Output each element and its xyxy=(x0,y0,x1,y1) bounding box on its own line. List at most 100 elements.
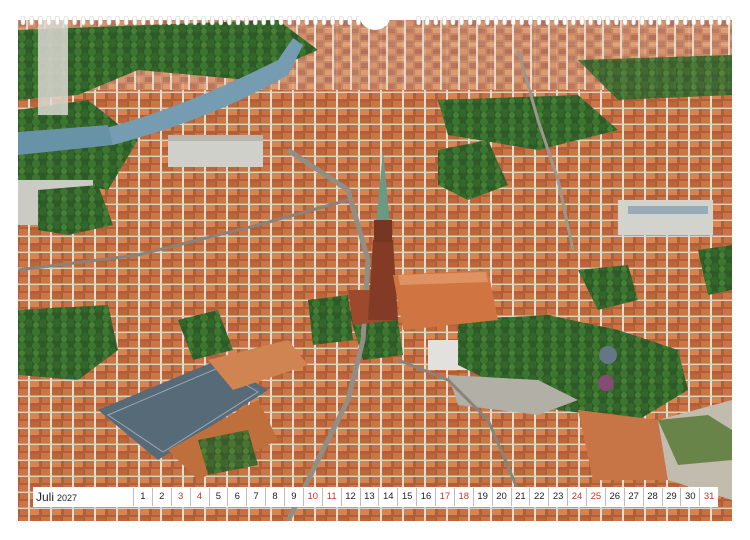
spiral-ring xyxy=(614,15,619,26)
spiral-ring xyxy=(192,15,198,26)
day-cell: 10 xyxy=(302,488,322,506)
spiral-ring xyxy=(141,15,146,26)
spiral-ring xyxy=(657,15,662,26)
spiral-ring xyxy=(717,15,722,26)
spiral-ring xyxy=(261,15,267,26)
month-label: Juli 2027 xyxy=(33,490,133,504)
day-cell: 21 xyxy=(510,488,530,506)
day-cell: 2 xyxy=(151,488,171,506)
day-cell: 6 xyxy=(227,488,246,506)
spiral-ring xyxy=(571,15,576,26)
spiral-ring xyxy=(29,15,34,26)
spiral-ring xyxy=(639,15,645,26)
spiral-ring xyxy=(89,15,95,26)
day-cell: 27 xyxy=(623,488,643,506)
day-cell: 5 xyxy=(208,488,228,506)
spiral-ring xyxy=(218,15,224,26)
day-cell: 4 xyxy=(189,488,209,506)
day-cell: 16 xyxy=(416,488,435,506)
day-cell: 19 xyxy=(472,488,492,506)
spiral-ring xyxy=(562,15,568,26)
day-cell: 14 xyxy=(378,488,397,506)
day-cell: 1 xyxy=(133,488,152,506)
month-name: Juli xyxy=(36,490,55,504)
spiral-ring xyxy=(579,15,585,26)
spiral-ring xyxy=(20,15,26,26)
spiral-ring xyxy=(175,15,181,26)
spiral-ring xyxy=(201,15,206,26)
day-cell: 24 xyxy=(567,488,586,506)
spiral-ring xyxy=(132,15,138,26)
day-cell: 23 xyxy=(548,488,567,506)
spiral-ring xyxy=(37,15,43,26)
spiral-ring xyxy=(287,15,292,26)
day-cell: 18 xyxy=(453,488,473,506)
day-cell: 11 xyxy=(321,488,341,506)
day-cell: 8 xyxy=(265,488,284,506)
day-cell: 25 xyxy=(586,488,605,506)
day-cell: 17 xyxy=(435,488,454,506)
spiral-ring xyxy=(700,15,705,26)
spiral-ring xyxy=(227,15,232,26)
spiral-ring xyxy=(596,15,602,26)
spiral-ring xyxy=(106,15,112,26)
day-cell: 26 xyxy=(604,488,624,506)
spiral-ring xyxy=(502,15,507,26)
aerial-town-photo xyxy=(18,20,732,521)
spiral-ring xyxy=(631,15,636,26)
spiral-ring xyxy=(98,15,103,26)
day-row: 1 2 3 4 5 6 7 8 9 10 11 12 13 14 15 16 17 18 19 20 21 22 23 24 2… xyxy=(133,488,718,506)
spiral-ring xyxy=(691,15,697,26)
spiral-ring xyxy=(166,15,172,26)
spiral-ring xyxy=(338,15,344,26)
calendar-page: Juli 2027 1 2 3 4 5 6 7 8 9 10 11 12 13 14 15 16 17 18 19 2… xyxy=(0,0,750,540)
spiral-ring xyxy=(467,15,473,26)
spiral-ring xyxy=(536,15,542,26)
spiral-ring xyxy=(278,15,284,26)
spiral-ring xyxy=(442,15,447,26)
spiral-ring xyxy=(46,15,52,26)
spiral-ring xyxy=(115,15,120,26)
spiral-ring xyxy=(648,15,654,26)
spiral-ring xyxy=(184,15,189,26)
spiral-ring xyxy=(235,15,241,26)
spiral-ring xyxy=(330,15,335,26)
aerial-town-illustration xyxy=(18,20,732,521)
spiral-ring xyxy=(519,15,525,26)
spiral-ring xyxy=(72,15,77,26)
day-cell: 9 xyxy=(284,488,303,506)
day-cell: 7 xyxy=(246,488,265,506)
spiral-ring xyxy=(605,15,611,26)
day-cell: 29 xyxy=(661,488,681,506)
spiral-ring xyxy=(553,15,559,26)
day-cell: 20 xyxy=(491,488,511,506)
spiral-ring xyxy=(493,15,499,26)
spiral-ring xyxy=(424,15,430,26)
spiral-ring xyxy=(588,15,593,26)
spiral-ring xyxy=(485,15,490,26)
hanger-hook xyxy=(358,14,392,32)
spiral-ring xyxy=(270,15,275,26)
spiral-ring xyxy=(665,15,671,26)
spiral-ring xyxy=(450,15,456,26)
spiral-ring xyxy=(416,15,421,26)
month-year: 2027 xyxy=(57,493,78,503)
spiral-ring xyxy=(244,15,249,26)
day-cell: 3 xyxy=(170,488,190,506)
spiral-ring xyxy=(63,15,69,26)
spiral-ring xyxy=(682,15,688,26)
spiral-ring xyxy=(295,15,301,26)
date-strip: Juli 2027 1 2 3 4 5 6 7 8 9 10 11 12 13 14 15 16 17 18 19 2… xyxy=(33,487,718,507)
spiral-ring xyxy=(149,15,155,26)
spiral-ring xyxy=(80,15,86,26)
spiral-ring xyxy=(708,15,714,26)
day-cell: 22 xyxy=(529,488,548,506)
spiral-ring xyxy=(209,15,215,26)
day-cell: 13 xyxy=(359,488,379,506)
spiral-ring xyxy=(252,15,258,26)
spiral-ring xyxy=(459,15,464,26)
spiral-ring xyxy=(622,15,628,26)
spiral-ring xyxy=(321,15,327,26)
day-cell: 31 xyxy=(699,488,718,506)
spiral-ring xyxy=(304,15,310,26)
